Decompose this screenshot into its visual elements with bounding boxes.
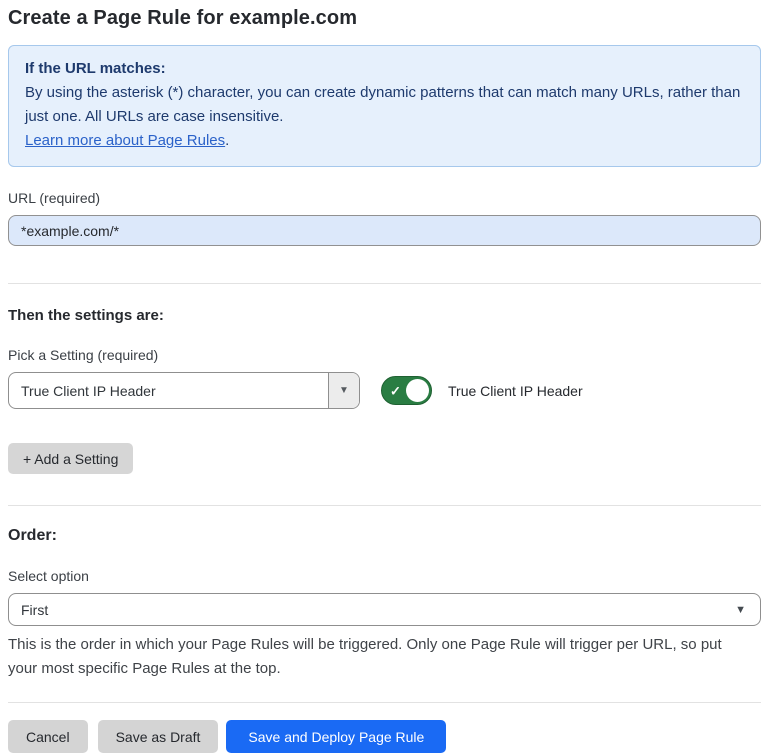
footer-buttons: Cancel Save as Draft Save and Deploy Pag… <box>8 720 761 753</box>
setting-row: True Client IP Header ▼ ✓ True Client IP… <box>8 372 761 409</box>
order-select-value: First <box>21 602 48 618</box>
save-and-deploy-button[interactable]: Save and Deploy Page Rule <box>226 720 446 753</box>
setting-select-arrow-button[interactable]: ▼ <box>328 373 359 408</box>
divider <box>8 505 761 506</box>
toggle-label: True Client IP Header <box>448 383 583 399</box>
learn-more-link[interactable]: Learn more about Page Rules <box>25 132 225 149</box>
toggle-knob <box>406 379 429 402</box>
page-rule-form: Create a Page Rule for example.com If th… <box>0 0 769 753</box>
check-icon: ✓ <box>390 384 401 397</box>
chevron-down-icon: ▼ <box>735 604 746 616</box>
true-client-ip-toggle[interactable]: ✓ <box>381 376 432 405</box>
divider <box>8 702 761 703</box>
setting-select[interactable]: True Client IP Header ▼ <box>8 372 360 409</box>
order-section-heading: Order: <box>8 527 761 545</box>
add-setting-button[interactable]: + Add a Setting <box>8 443 133 474</box>
select-option-label: Select option <box>8 568 761 584</box>
order-help-text: This is the order in which your Page Rul… <box>8 633 753 681</box>
chevron-down-icon: ▼ <box>339 385 349 396</box>
save-as-draft-button[interactable]: Save as Draft <box>98 720 219 753</box>
divider <box>8 283 761 284</box>
pick-setting-label: Pick a Setting (required) <box>8 347 761 363</box>
page-title: Create a Page Rule for example.com <box>8 0 761 30</box>
info-box-body: By using the asterisk (*) character, you… <box>25 81 744 129</box>
cancel-button[interactable]: Cancel <box>8 720 88 753</box>
info-box-heading: If the URL matches: <box>25 57 744 81</box>
order-select[interactable]: First ▼ <box>8 593 761 626</box>
url-field-label: URL (required) <box>8 190 761 206</box>
url-input[interactable] <box>8 215 761 246</box>
url-match-info-box: If the URL matches: By using the asteris… <box>8 45 761 167</box>
settings-section-heading: Then the settings are: <box>8 307 761 324</box>
setting-select-value: True Client IP Header <box>9 373 328 408</box>
info-box-link-line: Learn more about Page Rules. <box>25 129 744 153</box>
link-suffix: . <box>225 132 229 149</box>
